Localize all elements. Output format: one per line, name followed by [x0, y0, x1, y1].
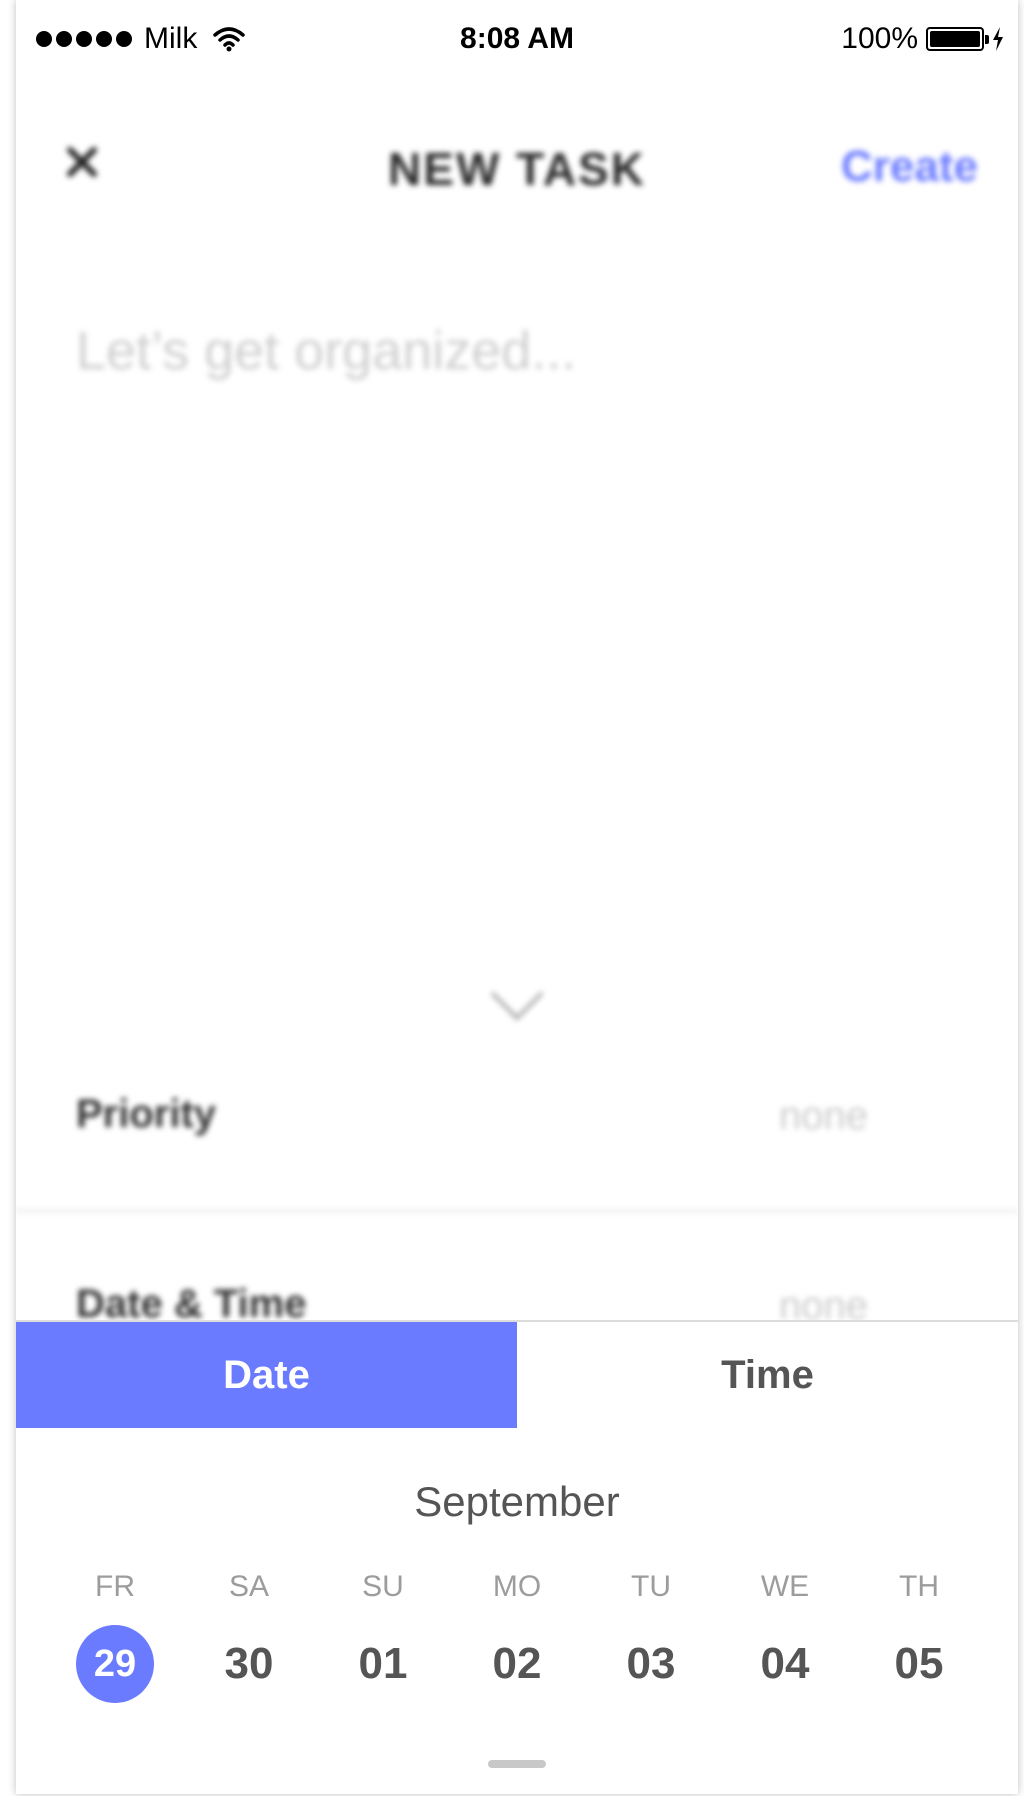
status-bar: Milk 8:08 AM 100% [16, 0, 1018, 80]
tab-date[interactable]: Date [16, 1322, 517, 1428]
weekday-label: SU [362, 1570, 404, 1603]
day-number: 03 [626, 1639, 676, 1688]
battery-percent: 100% [841, 22, 918, 55]
day-number: 01 [358, 1639, 408, 1688]
weekday-header: FR SA SU MO TU WE TH [48, 1570, 986, 1604]
priority-value: none [779, 1094, 868, 1138]
date-time-picker: Date Time September FR SA SU MO TU WE TH… [16, 1320, 1018, 1794]
day-cell-selected[interactable]: 29 [48, 1624, 182, 1704]
day-row: 29 30 01 02 03 04 05 [48, 1624, 986, 1704]
battery-fill [930, 31, 980, 47]
chevron-down-icon[interactable] [489, 990, 545, 1024]
priority-row[interactable]: Priority none [16, 1090, 1018, 1212]
tab-time[interactable]: Time [517, 1322, 1018, 1428]
day-cell[interactable]: 01 [316, 1624, 450, 1704]
day-cell[interactable]: 03 [584, 1624, 718, 1704]
day-number: 29 [76, 1625, 154, 1703]
day-cell[interactable]: 05 [852, 1624, 986, 1704]
day-number: 30 [224, 1639, 274, 1688]
weekday-label: TU [631, 1570, 671, 1603]
weekday-label: WE [760, 1570, 810, 1603]
new-task-form: NEW TASK Create Let’s get organized... P… [16, 80, 1018, 1328]
phone-screen: Milk 8:08 AM 100% NEW TASK Create Let’s … [16, 0, 1018, 1794]
weekday-label: FR [95, 1570, 135, 1603]
status-right: 100% [841, 22, 1004, 56]
weekday-label: SA [228, 1570, 270, 1603]
day-cell[interactable]: 30 [182, 1624, 316, 1704]
day-number: 05 [894, 1639, 944, 1688]
day-cell[interactable]: 02 [450, 1624, 584, 1704]
drag-handle[interactable] [488, 1760, 546, 1768]
task-input[interactable]: Let’s get organized... [76, 320, 956, 382]
battery-icon [926, 27, 989, 51]
weekday-label: MO [492, 1570, 542, 1603]
picker-tabs: Date Time [16, 1322, 1018, 1428]
day-number: 02 [492, 1639, 542, 1688]
charging-bolt-icon [993, 27, 1003, 51]
battery-tip [985, 35, 989, 44]
weekday-label: TH [899, 1570, 939, 1603]
create-button[interactable]: Create [841, 142, 978, 192]
month-label: September [414, 1478, 620, 1525]
day-number: 04 [760, 1639, 810, 1688]
day-cell[interactable]: 04 [718, 1624, 852, 1704]
priority-label: Priority [76, 1092, 217, 1136]
